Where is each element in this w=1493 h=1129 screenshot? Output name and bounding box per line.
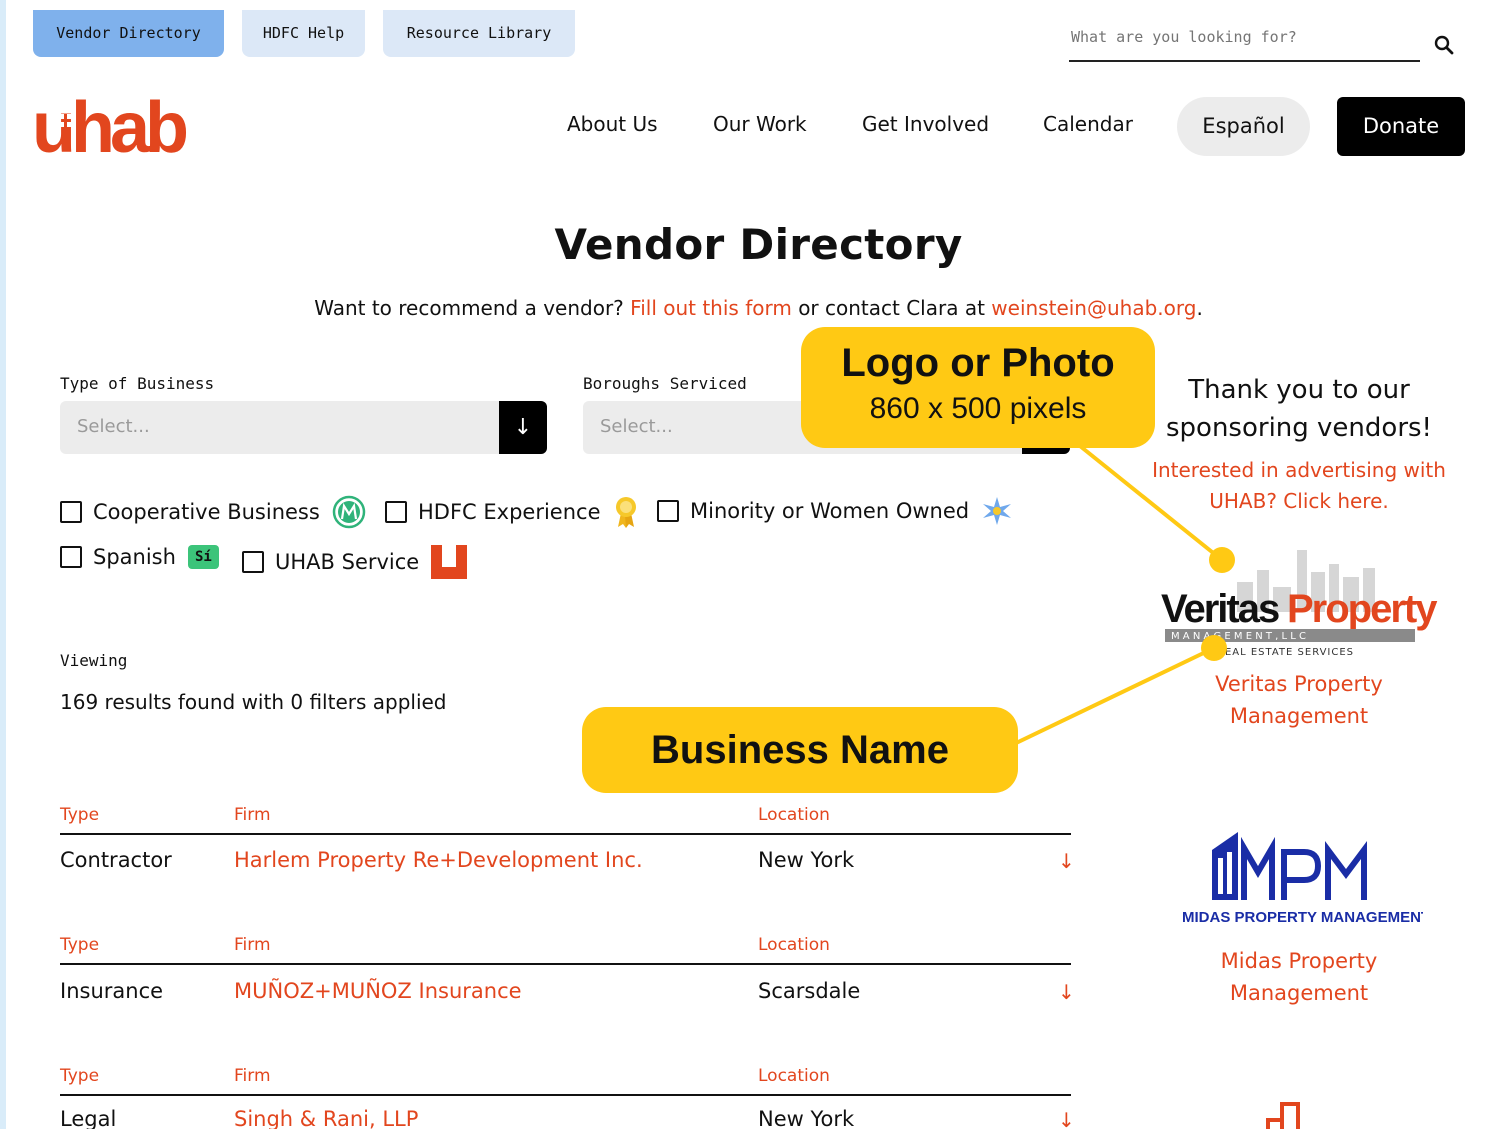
uhab-logo[interactable]: uhab <box>32 94 208 156</box>
checkbox-cooperative-business[interactable]: Cooperative Business <box>60 495 366 529</box>
header-type: Type <box>60 805 100 825</box>
donate-button[interactable]: Donate <box>1337 97 1465 156</box>
row-type: Contractor <box>60 848 172 872</box>
business-name-callout: Business Name <box>582 707 1018 793</box>
page: Vendor Directory HDFC Help Resource Libr… <box>6 0 1493 1129</box>
veritas-logo-text-2: Property <box>1287 587 1438 631</box>
subtitle-suffix: . <box>1196 296 1203 320</box>
row-location: Scarsdale <box>758 979 861 1003</box>
expand-arrow-icon[interactable]: ↓ <box>1058 980 1075 1004</box>
star-icon <box>983 497 1012 525</box>
type-of-business-label: Type of Business <box>60 374 215 393</box>
sponsors-title: Thank you to our sponsoring vendors! <box>1166 375 1432 443</box>
header-firm: Firm <box>234 1066 271 1086</box>
contact-email-link[interactable]: weinstein@uhab.org <box>991 296 1196 320</box>
spanish-si-badge: Sí <box>187 545 219 569</box>
callout-subtitle: 860 x 500 pixels <box>869 392 1087 425</box>
checkbox-hdfc-experience[interactable]: HDFC Experience <box>385 495 639 529</box>
tab-hdfc-help[interactable]: HDFC Help <box>242 10 365 57</box>
header-type: Type <box>60 1066 100 1086</box>
search-input[interactable] <box>1069 22 1420 52</box>
uhab-u-icon <box>431 545 468 579</box>
checkbox-label: HDFC Experience <box>418 500 601 524</box>
row-firm-link[interactable]: Harlem Property Re+Development Inc. <box>234 848 643 872</box>
header-firm: Firm <box>234 805 271 825</box>
row-location: New York <box>758 848 855 872</box>
veritas-logo-sub: M A N A G E M E N T , L L C <box>1171 631 1306 642</box>
row-type: Legal <box>60 1107 117 1129</box>
nav-calendar[interactable]: Calendar <box>1043 112 1133 136</box>
cooperative-icon <box>332 495 366 529</box>
callout-title: Logo or Photo <box>841 341 1115 385</box>
midas-logo[interactable]: MIDAS PROPERTY MANAGEMENT <box>1178 828 1423 928</box>
header-location: Location <box>758 935 830 955</box>
subtitle-prefix: Want to recommend a vendor? <box>314 296 624 320</box>
checkbox-label: Minority or Women Owned <box>690 499 970 523</box>
checkbox-box[interactable] <box>60 546 82 568</box>
nav-about-us[interactable]: About Us <box>567 112 658 136</box>
recommend-form-link[interactable]: Fill out this form <box>630 296 792 320</box>
language-button[interactable]: Español <box>1177 97 1310 156</box>
checkbox-uhab-service[interactable]: UHAB Service <box>242 545 468 579</box>
expand-arrow-icon[interactable]: ↓ <box>1058 1108 1075 1129</box>
checkbox-box[interactable] <box>657 500 679 522</box>
row-location: New York <box>758 1107 855 1129</box>
sponsor-name-link[interactable]: Veritas Property Management <box>1149 668 1449 732</box>
logo-text: uhab <box>32 94 187 156</box>
nav-get-involved[interactable]: Get Involved <box>862 112 989 136</box>
checkbox-minority-women-owned[interactable]: Minority or Women Owned <box>657 495 1013 527</box>
page-subtitle: Want to recommend a vendor? Fill out thi… <box>6 296 1493 320</box>
header-location: Location <box>758 1066 830 1086</box>
row-firm-link[interactable]: MUÑOZ+MUÑOZ Insurance <box>234 979 522 1003</box>
row-type: Insurance <box>60 979 164 1003</box>
dropdown-arrow-icon[interactable]: ↓ <box>499 401 547 454</box>
header-firm: Firm <box>234 935 271 955</box>
header-type: Type <box>60 935 100 955</box>
expand-arrow-icon[interactable]: ↓ <box>1058 849 1075 873</box>
table-header: Type Firm Location <box>60 803 1071 835</box>
page-title: Vendor Directory <box>554 220 963 269</box>
checkbox-label: Cooperative Business <box>93 500 320 524</box>
select-placeholder: Select... <box>600 416 673 437</box>
tab-vendor-directory[interactable]: Vendor Directory <box>33 10 224 57</box>
table-header: Type Firm Location <box>60 933 1071 965</box>
checkbox-box[interactable] <box>385 501 407 523</box>
sponsor-logo-partial[interactable] <box>1264 1098 1314 1129</box>
checkbox-spanish[interactable]: Spanish Sí <box>60 545 219 569</box>
subtitle-middle: or contact Clara at <box>798 296 985 320</box>
select-placeholder: Select... <box>77 416 150 437</box>
award-ribbon-icon <box>615 497 636 528</box>
table-header: Type Firm Location <box>60 1064 1071 1096</box>
row-firm-link[interactable]: Singh & Rani, LLP <box>234 1107 418 1129</box>
tab-resource-library[interactable]: Resource Library <box>383 10 575 57</box>
midas-logo-sub: MIDAS PROPERTY MANAGEMENT <box>1182 909 1423 926</box>
checkbox-label: Spanish <box>93 545 176 569</box>
nav-our-work[interactable]: Our Work <box>713 112 807 136</box>
veritas-logo[interactable]: Veritas Property M A N A G E M E N T , L… <box>1157 542 1447 662</box>
checkbox-label: UHAB Service <box>275 550 420 574</box>
checkbox-box[interactable] <box>60 501 82 523</box>
veritas-logo-tag: REAL ESTATE SERVICES <box>1217 647 1354 658</box>
results-summary: 169 results found with 0 filters applied <box>60 690 447 714</box>
veritas-logo-text: Veritas <box>1161 587 1279 631</box>
boroughs-serviced-label: Boroughs Serviced <box>583 374 747 393</box>
checkbox-box[interactable] <box>242 551 264 573</box>
callout-title: Business Name <box>651 728 949 772</box>
viewing-label: Viewing <box>60 651 128 670</box>
advertise-link[interactable]: Interested in advertising with UHAB? Cli… <box>1139 455 1459 517</box>
type-of-business-select[interactable]: Select... ↓ <box>60 401 547 454</box>
sponsor-name-link[interactable]: Midas Property Management <box>1149 945 1449 1009</box>
header-location: Location <box>758 805 830 825</box>
search-field <box>1069 22 1420 62</box>
search-icon[interactable] <box>1432 33 1456 57</box>
logo-photo-callout: Logo or Photo 860 x 500 pixels <box>801 327 1155 448</box>
